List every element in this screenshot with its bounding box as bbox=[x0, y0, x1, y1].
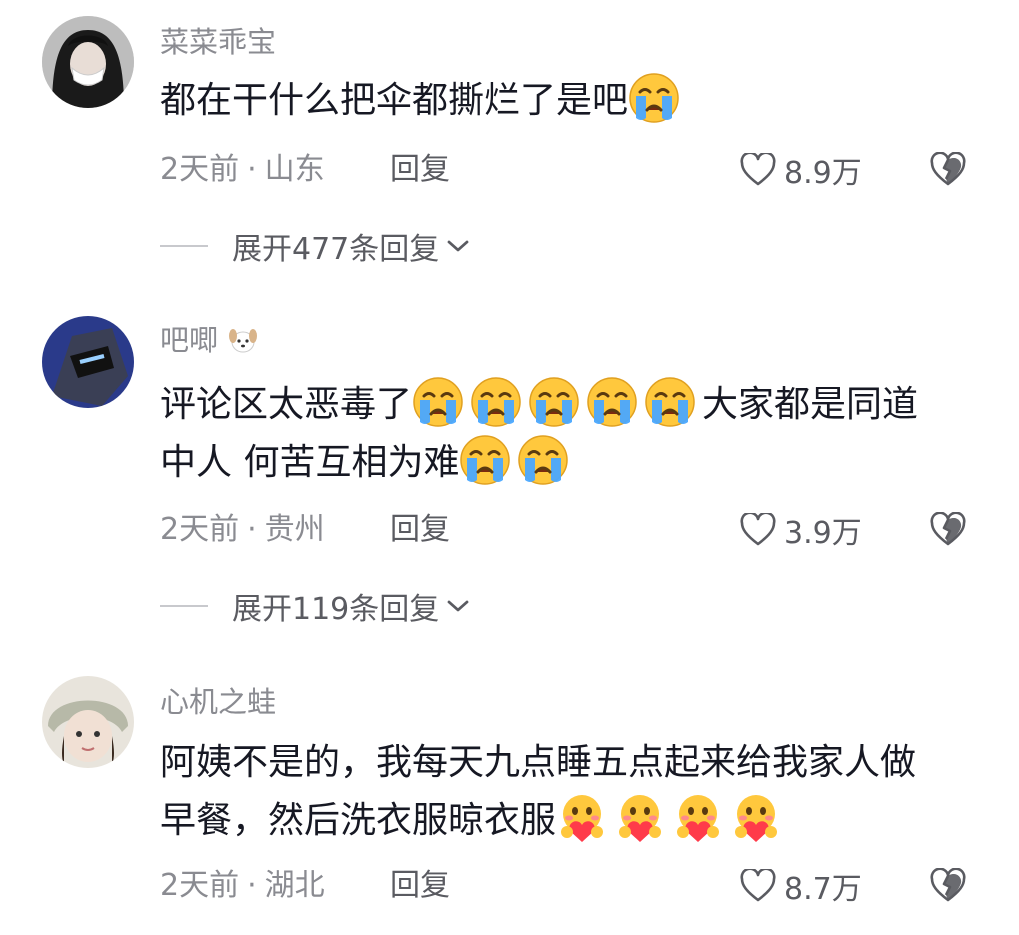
comment-line: 评论区太恶毒了 大家都是同道 bbox=[160, 376, 980, 434]
heart-icon bbox=[740, 869, 776, 903]
crying-emoji bbox=[412, 376, 464, 428]
crying-emoji bbox=[586, 376, 638, 428]
heart-hug-emoji bbox=[556, 792, 608, 844]
dislike-button[interactable] bbox=[930, 152, 966, 188]
broken-heart-icon bbox=[930, 868, 966, 904]
comment-text-part: 中人 何苦互相为难 bbox=[160, 442, 460, 483]
comment-time: 2天前 bbox=[160, 152, 240, 187]
crying-emoji bbox=[459, 434, 511, 486]
like-button[interactable]: 8.9万 bbox=[740, 150, 862, 191]
reply-button[interactable]: 回复 bbox=[390, 510, 450, 550]
dislike-button[interactable] bbox=[930, 512, 966, 548]
comment-text-part: 阿姨不是的，我每天九点睡五点起来给我家人做 bbox=[160, 742, 917, 783]
username[interactable]: 菜菜乖宝 bbox=[160, 24, 276, 60]
like-button[interactable]: 8.7万 bbox=[740, 866, 862, 907]
meta-separator: · bbox=[247, 868, 257, 903]
comment-meta: 2天前 · 山东 回复 bbox=[160, 150, 450, 190]
meta-separator: · bbox=[247, 152, 257, 187]
chevron-down-icon bbox=[445, 596, 471, 616]
comment-location: 山东 bbox=[264, 152, 325, 187]
reply-button[interactable]: 回复 bbox=[390, 150, 450, 190]
heart-icon bbox=[740, 153, 776, 187]
reply-button[interactable]: 回复 bbox=[390, 866, 450, 906]
heart-hug-emoji bbox=[730, 792, 782, 844]
avatar[interactable] bbox=[42, 316, 134, 408]
comment-text: 阿姨不是的，我每天九点睡五点起来给我家人做 早餐，然后洗衣服晾衣服 bbox=[160, 734, 980, 850]
username-text: 吧唧 bbox=[160, 323, 219, 357]
comment-time: 2天前 bbox=[160, 868, 240, 903]
comment-text: 评论区太恶毒了 大家都是同道 中人 何苦互相为难 bbox=[160, 376, 980, 492]
broken-heart-icon bbox=[930, 152, 966, 188]
meta-separator: · bbox=[247, 512, 257, 547]
comment-line: 早餐，然后洗衣服晾衣服 bbox=[160, 792, 980, 850]
comment-meta: 2天前 · 湖北 回复 bbox=[160, 866, 450, 906]
username[interactable]: 心机之蛙 bbox=[160, 684, 276, 720]
like-count: 3.9万 bbox=[784, 516, 862, 551]
divider-line bbox=[160, 605, 208, 607]
expand-replies-button[interactable]: 展开119条回复 bbox=[160, 586, 471, 627]
heart-hug-emoji bbox=[672, 792, 724, 844]
expand-replies-label: 展开477条回复 bbox=[232, 232, 440, 267]
divider-line bbox=[160, 245, 208, 247]
username[interactable]: 吧唧 bbox=[160, 322, 259, 358]
puppy-emoji bbox=[227, 324, 259, 356]
like-count: 8.7万 bbox=[784, 872, 862, 907]
chevron-down-icon bbox=[445, 236, 471, 256]
crying-emoji bbox=[528, 376, 580, 428]
comment-text-part: 评论区太恶毒了 bbox=[160, 384, 413, 425]
comment-text-part: 早餐，然后洗衣服晾衣服 bbox=[160, 800, 557, 841]
avatar[interactable] bbox=[42, 676, 134, 768]
crying-emoji bbox=[517, 434, 569, 486]
expand-replies-button[interactable]: 展开477条回复 bbox=[160, 226, 471, 267]
comment-text-part: 都在干什么把伞都撕烂了是吧 bbox=[160, 80, 629, 121]
comment-location: 贵州 bbox=[264, 512, 325, 547]
comment-line: 中人 何苦互相为难 bbox=[160, 434, 980, 492]
crying-emoji bbox=[628, 72, 680, 124]
dislike-button[interactable] bbox=[930, 868, 966, 904]
avatar[interactable] bbox=[42, 16, 134, 108]
comment-time: 2天前 bbox=[160, 512, 240, 547]
comment-text: 都在干什么把伞都撕烂了是吧 bbox=[160, 72, 980, 130]
like-count: 8.9万 bbox=[784, 156, 862, 191]
comment-line: 阿姨不是的，我每天九点睡五点起来给我家人做 bbox=[160, 734, 980, 792]
comment-location: 湖北 bbox=[264, 868, 325, 903]
broken-heart-icon bbox=[930, 512, 966, 548]
heart-icon bbox=[740, 513, 776, 547]
crying-emoji bbox=[644, 376, 696, 428]
heart-hug-emoji bbox=[614, 792, 666, 844]
crying-emoji bbox=[470, 376, 522, 428]
like-button[interactable]: 3.9万 bbox=[740, 510, 862, 551]
comment-text-part: 大家都是同道 bbox=[702, 384, 919, 425]
expand-replies-label: 展开119条回复 bbox=[232, 592, 440, 627]
comment-meta: 2天前 · 贵州 回复 bbox=[160, 510, 450, 550]
